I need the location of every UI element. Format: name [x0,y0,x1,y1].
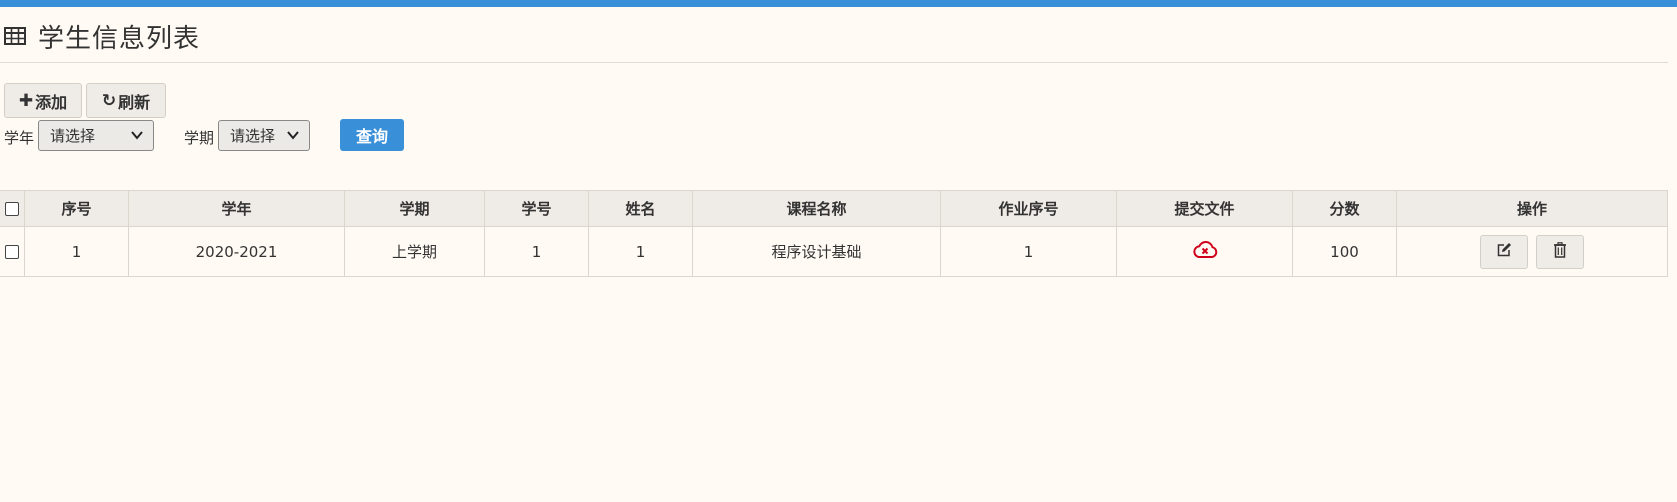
delete-button[interactable] [1536,234,1585,269]
chevron-down-icon [286,128,300,146]
column-header[interactable]: 提交文件 [1116,190,1293,227]
page-header: 学生信息列表 [4,18,200,54]
year-select-value: 请选择 [50,127,96,145]
add-button-label: 添加 [35,92,68,112]
add-button[interactable]: ✚ 添加 [4,83,82,118]
cell-name: 1 [588,226,693,277]
column-header[interactable]: 课程名称 [692,190,941,227]
select-all-cell [0,190,25,227]
column-header[interactable]: 姓名 [588,190,693,227]
select-all-checkbox[interactable] [4,202,19,216]
table-header-row: 序号 学年 学期 学号 姓名 课程名称 作业序号 提交文件 分数 操作 [0,190,1668,227]
column-header[interactable]: 分数 [1292,190,1397,227]
cell-file [1116,226,1293,277]
chevron-down-icon [130,128,144,146]
cell-homework-no: 1 [940,226,1117,277]
title-divider [0,62,1668,63]
refresh-icon: ↻ [101,90,117,111]
table-icon [4,27,26,45]
cloud-error-icon[interactable] [1192,240,1218,264]
plus-icon: ✚ [18,90,34,111]
cell-year: 2020-2021 [128,226,345,277]
query-button[interactable]: 查询 [340,119,404,151]
edit-icon [1496,242,1512,262]
column-header[interactable]: 序号 [24,190,129,227]
trash-icon [1553,241,1567,262]
cell-course: 程序设计基础 [692,226,941,277]
row-checkbox[interactable] [4,245,19,259]
data-table: 序号 学年 学期 学号 姓名 课程名称 作业序号 提交文件 分数 操作 1 20… [0,190,1668,277]
edit-button[interactable] [1479,234,1528,269]
column-header[interactable]: 学期 [344,190,485,227]
cell-term: 上学期 [344,226,485,277]
cell-student-id: 1 [484,226,589,277]
page-title: 学生信息列表 [38,23,201,54]
term-select[interactable]: 请选择 [218,120,310,151]
year-label: 学年 [4,129,35,147]
column-header: 操作 [1396,190,1668,227]
column-header[interactable]: 学号 [484,190,589,227]
column-header[interactable]: 作业序号 [940,190,1117,227]
refresh-button-label: 刷新 [118,92,151,112]
refresh-button[interactable]: ↻ 刷新 [86,83,166,118]
term-select-value: 请选择 [230,127,276,145]
column-header[interactable]: 学年 [128,190,345,227]
row-select-cell [0,226,25,277]
year-select[interactable]: 请选择 [38,120,154,151]
cell-score: 100 [1292,226,1397,277]
cell-actions [1396,226,1668,277]
table-row: 1 2020-2021 上学期 1 1 程序设计基础 1 100 [0,226,1668,277]
term-label: 学期 [184,129,215,147]
cell-index: 1 [24,226,129,277]
top-accent-bar [0,0,1677,7]
